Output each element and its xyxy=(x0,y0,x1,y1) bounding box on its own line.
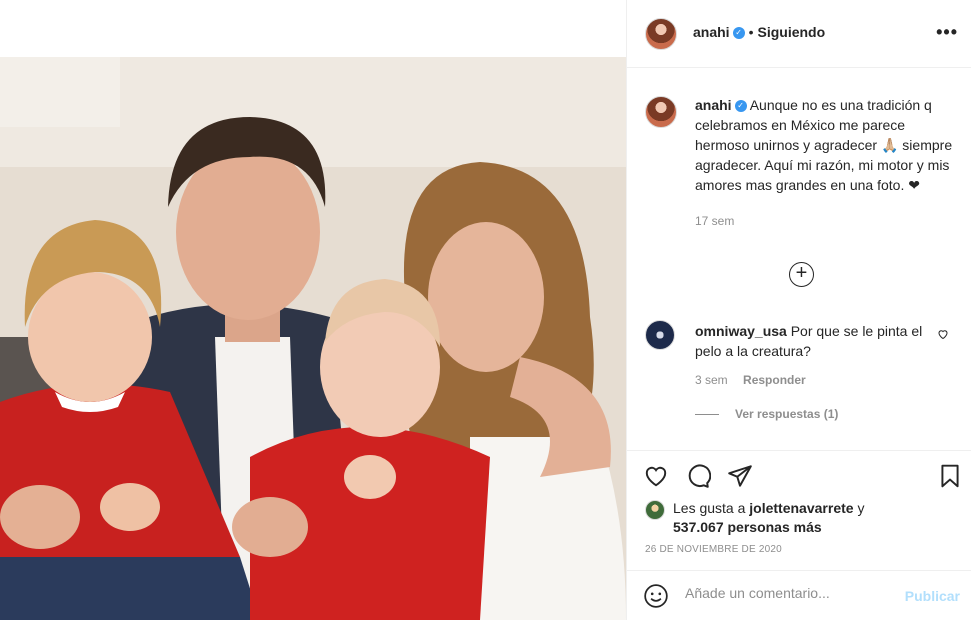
bookmark-icon[interactable] xyxy=(937,463,963,489)
comment-age[interactable]: 3 sem xyxy=(695,373,728,387)
liker-avatar[interactable] xyxy=(645,500,665,520)
emoji-icon[interactable] xyxy=(643,583,669,609)
view-replies-button[interactable]: Ver respuestas (1) xyxy=(695,407,838,421)
load-more-comments-plus-circle-icon[interactable]: + xyxy=(789,262,814,287)
heart-icon[interactable] xyxy=(643,463,669,489)
comment-icon[interactable] xyxy=(685,463,712,489)
separator-dot: • xyxy=(748,24,754,40)
view-replies-label: Ver respuestas (1) xyxy=(735,407,839,421)
likes-summary: Les gusta a jolettenavarrete y 537.067 p… xyxy=(673,499,864,537)
more-options-icon[interactable]: ••• xyxy=(936,22,958,43)
publish-button[interactable]: Publicar xyxy=(905,588,960,604)
author-avatar[interactable] xyxy=(645,18,677,50)
photo-pane xyxy=(0,0,626,620)
replies-line xyxy=(695,414,719,416)
comment-username[interactable]: omniway_usa xyxy=(695,323,787,339)
caption-avatar[interactable] xyxy=(645,96,677,128)
likes-others[interactable]: 537.067 personas más xyxy=(673,519,822,535)
comment-box: Publicar xyxy=(627,570,971,620)
likes-conj: y xyxy=(857,500,865,516)
post-header: anahi ✓ • Siguiendo ••• xyxy=(627,0,971,68)
header-user-line: anahi ✓ • Siguiendo xyxy=(693,24,825,42)
verified-icon: ✓ xyxy=(732,26,745,39)
comment-item: omniway_usa Por que se le pinta el pelo … xyxy=(695,321,935,390)
likes-user[interactable]: jolettenavarrete xyxy=(749,500,853,516)
caption-age[interactable]: 17 sem xyxy=(695,211,960,231)
share-icon[interactable] xyxy=(727,463,753,489)
caption-block: anahi ✓ Aunque no es una tradición q cele… xyxy=(695,95,960,231)
comment-input[interactable] xyxy=(685,585,895,601)
comment-meta: 3 sem Responder xyxy=(695,370,935,390)
verified-icon: ✓ xyxy=(734,100,747,113)
likes-prefix: Les gusta a xyxy=(673,500,746,516)
reply-button[interactable]: Responder xyxy=(743,373,806,387)
post-date[interactable]: 26 DE NOVIEMBRE DE 2020 xyxy=(645,544,782,555)
post-side-panel: anahi ✓ • Siguiendo ••• anahi ✓ Aunque no es… xyxy=(626,0,971,620)
comment-like-heart-icon[interactable] xyxy=(937,328,949,343)
caption-username[interactable]: anahi xyxy=(695,97,732,113)
post-photo[interactable] xyxy=(0,57,626,620)
commenter-avatar[interactable] xyxy=(645,320,675,350)
following-button[interactable]: Siguiendo xyxy=(757,24,825,40)
caption-text: Aunque no es una tradición q celebramos … xyxy=(695,97,953,193)
header-username[interactable]: anahi xyxy=(693,24,730,40)
